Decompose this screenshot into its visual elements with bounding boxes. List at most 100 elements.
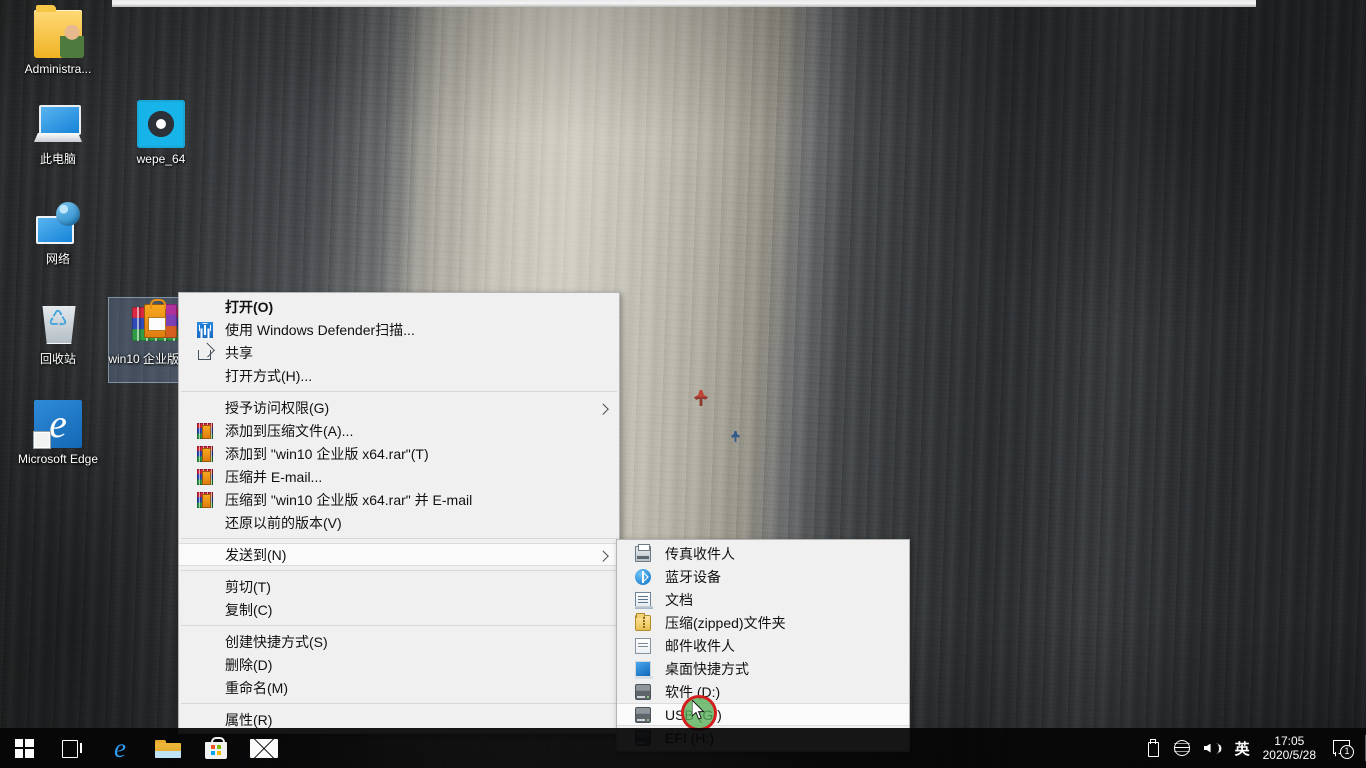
desktop-icon-label: wepe_64 bbox=[136, 152, 186, 166]
menu-item[interactable]: 打开(O) bbox=[179, 295, 619, 318]
drive-icon bbox=[635, 683, 651, 700]
file-context-menu[interactable]: 打开(O) 使用 Windows Defender扫描... 共享打开方式(H)..… bbox=[178, 292, 620, 734]
task-view-button[interactable] bbox=[48, 728, 96, 768]
menu-item-label: 压缩并 E-mail... bbox=[225, 468, 323, 485]
clock[interactable]: 17:05 2020/5/28 bbox=[1257, 728, 1326, 768]
doc-icon bbox=[635, 591, 653, 609]
desktop-icon-label: Administra... bbox=[24, 62, 92, 76]
menu-item-label: 桌面快捷方式 bbox=[665, 660, 749, 677]
desktop-icon-3[interactable]: wepe_64 bbox=[113, 100, 209, 166]
rar-icon bbox=[197, 468, 213, 485]
menu-item-label: 添加到压缩文件(A)... bbox=[225, 422, 354, 439]
menu-item[interactable]: 使用 Windows Defender扫描... bbox=[179, 318, 619, 341]
menu-item[interactable]: 传真收件人 bbox=[617, 542, 909, 565]
safely-remove-hardware-button[interactable] bbox=[1140, 728, 1167, 768]
fax-icon bbox=[635, 543, 651, 562]
desktop-icon-7[interactable]: Microsoft Edge bbox=[10, 400, 106, 466]
menu-item-label: 蓝牙设备 bbox=[665, 568, 721, 585]
menu-item[interactable]: 剪切(T) bbox=[179, 575, 619, 598]
chevron-right-icon bbox=[597, 403, 609, 415]
menu-item[interactable]: 软件 (D:) bbox=[617, 680, 909, 703]
send-to-submenu[interactable]: 传真收件人蓝牙设备文档压缩(zipped)文件夹 邮件收件人桌面快捷方式软件 (D… bbox=[616, 539, 910, 752]
zip-icon bbox=[635, 612, 651, 631]
mail-icon bbox=[250, 738, 278, 758]
menu-separator bbox=[181, 625, 617, 626]
menu-item-label: 打开方式(H)... bbox=[225, 367, 313, 384]
desktop-icon-1[interactable]: Administra... bbox=[10, 5, 106, 76]
desk-icon bbox=[635, 660, 653, 679]
edge-icon: e bbox=[114, 732, 126, 763]
folder-icon bbox=[155, 738, 181, 758]
menu-item-label: 打开(O) bbox=[225, 298, 274, 315]
ime-indicator[interactable]: 英 bbox=[1228, 728, 1257, 768]
windows-logo-icon bbox=[14, 738, 34, 758]
rar-icon bbox=[197, 491, 213, 508]
network-globe-icon bbox=[1173, 740, 1190, 756]
menu-item[interactable]: 授予访问权限(G) bbox=[179, 396, 619, 419]
store-icon bbox=[205, 737, 227, 759]
desktop-icon-4[interactable]: 网络 bbox=[10, 200, 106, 266]
menu-item[interactable]: 创建快捷方式(S) bbox=[179, 630, 619, 653]
task-view-icon bbox=[62, 740, 82, 758]
drive-icon bbox=[635, 706, 651, 723]
menu-item-label: 重命名(M) bbox=[225, 679, 288, 696]
menu-item[interactable]: 共享 bbox=[179, 341, 619, 364]
menu-item[interactable]: 压缩到 "win10 企业版 x64.rar" 并 E-mail bbox=[179, 488, 619, 511]
file-explorer-button[interactable] bbox=[144, 728, 192, 768]
bt-icon bbox=[635, 568, 651, 585]
menu-item-label: 添加到 "win10 企业版 x64.rar"(T) bbox=[225, 445, 429, 462]
menu-item-label: 还原以前的版本(V) bbox=[225, 514, 342, 531]
winrar-archive-icon bbox=[131, 299, 179, 348]
menu-item[interactable]: 重命名(M) bbox=[179, 676, 619, 699]
menu-separator bbox=[181, 538, 617, 539]
menu-item[interactable]: 压缩并 E-mail... bbox=[179, 465, 619, 488]
volume-button[interactable] bbox=[1197, 728, 1228, 768]
mail-icon bbox=[635, 637, 651, 654]
menu-item[interactable]: 蓝牙设备 bbox=[617, 565, 909, 588]
menu-item-label: USB (G:) bbox=[665, 706, 722, 723]
menu-item[interactable]: 压缩(zipped)文件夹 bbox=[617, 611, 909, 634]
menu-item[interactable]: 删除(D) bbox=[179, 653, 619, 676]
edge-icon bbox=[33, 400, 82, 449]
this-pc-icon bbox=[34, 100, 82, 148]
edge-button[interactable]: e bbox=[96, 728, 144, 768]
wepe-icon bbox=[137, 100, 185, 148]
share-icon bbox=[197, 344, 213, 361]
taskbar[interactable]: e 英 17:05 2020/5/28 1 bbox=[0, 728, 1366, 768]
menu-item-label: 压缩到 "win10 企业版 x64.rar" 并 E-mail bbox=[225, 491, 473, 508]
start-button[interactable] bbox=[0, 728, 48, 768]
volume-icon bbox=[1204, 741, 1221, 756]
menu-item-label: 文档 bbox=[665, 591, 693, 608]
desktop-icon-label: Microsoft Edge bbox=[17, 452, 99, 466]
defender-icon bbox=[197, 321, 213, 338]
user-folder-icon bbox=[34, 5, 84, 58]
desktop[interactable]: Administra...此电脑wepe_64网络回收站win10 企业版 x6… bbox=[0, 0, 1366, 768]
menu-item-label: 属性(R) bbox=[225, 711, 273, 728]
menu-item[interactable]: 打开方式(H)... bbox=[179, 364, 619, 387]
menu-item[interactable]: 添加到 "win10 企业版 x64.rar"(T) bbox=[179, 442, 619, 465]
rar-icon bbox=[197, 422, 213, 439]
desktop-icon-2[interactable]: 此电脑 bbox=[10, 100, 106, 166]
menu-item[interactable]: 发送到(N) bbox=[179, 543, 619, 566]
microsoft-store-button[interactable] bbox=[192, 728, 240, 768]
menu-item[interactable]: USB (G:) bbox=[617, 703, 909, 726]
menu-item-label: 共享 bbox=[225, 344, 253, 361]
menu-separator bbox=[181, 391, 617, 392]
system-tray[interactable]: 英 17:05 2020/5/28 1 bbox=[1140, 728, 1366, 768]
menu-item[interactable]: 邮件收件人 bbox=[617, 634, 909, 657]
notification-center-button[interactable]: 1 bbox=[1326, 728, 1361, 768]
menu-item-label: 剪切(T) bbox=[225, 578, 271, 595]
rar-icon bbox=[197, 445, 213, 462]
mail-button[interactable] bbox=[240, 728, 288, 768]
menu-item[interactable]: 还原以前的版本(V) bbox=[179, 511, 619, 534]
safely-remove-hardware-icon bbox=[1147, 739, 1160, 757]
menu-item[interactable]: 复制(C) bbox=[179, 598, 619, 621]
menu-item-label: 创建快捷方式(S) bbox=[225, 633, 328, 650]
desktop-icon-5[interactable]: 回收站 bbox=[10, 300, 106, 366]
menu-separator bbox=[181, 703, 617, 704]
network-button[interactable] bbox=[1167, 728, 1197, 768]
clock-time: 17:05 bbox=[1274, 734, 1305, 748]
menu-item[interactable]: 桌面快捷方式 bbox=[617, 657, 909, 680]
menu-item[interactable]: 文档 bbox=[617, 588, 909, 611]
menu-item[interactable]: 添加到压缩文件(A)... bbox=[179, 419, 619, 442]
